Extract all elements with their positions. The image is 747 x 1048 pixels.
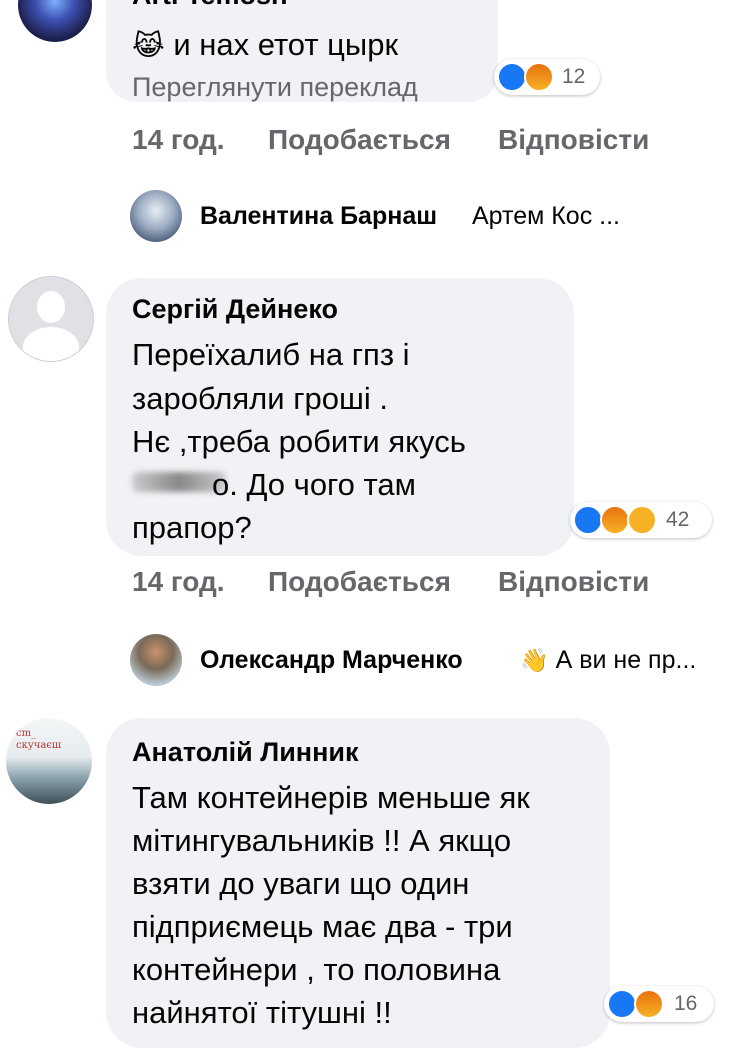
avatar: [130, 190, 182, 242]
reaction-count: 16: [674, 992, 698, 1015]
see-translation-link[interactable]: Переглянути переклад: [132, 72, 418, 103]
comment-line: Нє ,треба робити якусь: [132, 424, 466, 459]
angry-reaction-icon: [634, 989, 664, 1019]
reply-preview[interactable]: Валентина Барнаш Артем Кос ...: [130, 190, 730, 242]
reply-preview[interactable]: Олександр Марченко 👋 А ви не пр...: [130, 634, 730, 686]
reply-author[interactable]: Валентина Барнаш: [200, 202, 437, 231]
angry-reaction-icon: [600, 505, 630, 535]
reactions-summary[interactable]: 42: [570, 502, 712, 538]
comment-line: найнятої тітушні !!: [132, 995, 392, 1030]
angry-reaction-icon: [524, 62, 554, 92]
comment-line: контейнери , то половина: [132, 952, 501, 987]
reply-preview-content: А ви не пр...: [555, 646, 697, 674]
reaction-count: 42: [666, 508, 690, 531]
comment-line: о. До чого там: [212, 467, 416, 502]
comment-line: Там контейнерів меньше як: [132, 780, 530, 815]
comment-line: Переїхалиб на гпз і: [132, 337, 410, 372]
comment-actions: 14 год. Подобається Відповісти: [132, 124, 692, 158]
comment-line: підприємець має два - три: [132, 909, 513, 944]
avatar[interactable]: [8, 276, 94, 362]
default-avatar-head: [37, 291, 65, 323]
comment-text: 😹 и нах етот цырк: [132, 22, 398, 68]
avatar[interactable]: cm_ скучаєш: [6, 718, 92, 804]
cat-laughing-icon: 😹: [132, 30, 165, 61]
comment-text-content: и нах етот цырк: [173, 27, 399, 62]
haha-reaction-icon: [627, 505, 657, 535]
like-button[interactable]: Подобається: [268, 566, 451, 598]
reply-button[interactable]: Відповісти: [498, 124, 649, 156]
wave-icon: 👋: [520, 647, 549, 673]
reaction-count: 12: [562, 65, 586, 88]
default-avatar-body: [23, 327, 79, 361]
like-reaction-icon: [573, 505, 603, 535]
reactions-summary[interactable]: 16: [604, 986, 714, 1022]
reply-button[interactable]: Відповісти: [498, 566, 649, 598]
comment-author[interactable]: Сергій Дейнеко: [132, 294, 338, 325]
comment-time[interactable]: 14 год.: [132, 566, 225, 598]
like-reaction-icon: [607, 989, 637, 1019]
comment-line: прапор?: [132, 510, 252, 545]
comment-line: взяти до уваги що один: [132, 866, 470, 901]
reply-preview-text: Артем Кос ...: [472, 202, 620, 230]
like-button[interactable]: Подобається: [268, 124, 451, 156]
like-reaction-icon: [497, 62, 527, 92]
comment-author[interactable]: Анатолій Линник: [132, 737, 359, 768]
reply-author[interactable]: Олександр Марченко: [200, 646, 463, 675]
comment-line: мітингувальників !! А якщо: [132, 823, 512, 858]
reply-preview-text: 👋 А ви не пр...: [520, 646, 696, 675]
avatar-caption: cm_ скучаєш: [16, 728, 62, 751]
avatar[interactable]: [18, 0, 92, 42]
comment-time[interactable]: 14 год.: [132, 124, 225, 156]
comment-line: заробляли гроші .: [132, 381, 388, 416]
avatar: [130, 634, 182, 686]
comment-author[interactable]: Arti Temosh: [132, 0, 288, 11]
comment-actions: 14 год. Подобається Відповісти: [132, 566, 692, 600]
reactions-summary[interactable]: 12: [494, 59, 600, 95]
